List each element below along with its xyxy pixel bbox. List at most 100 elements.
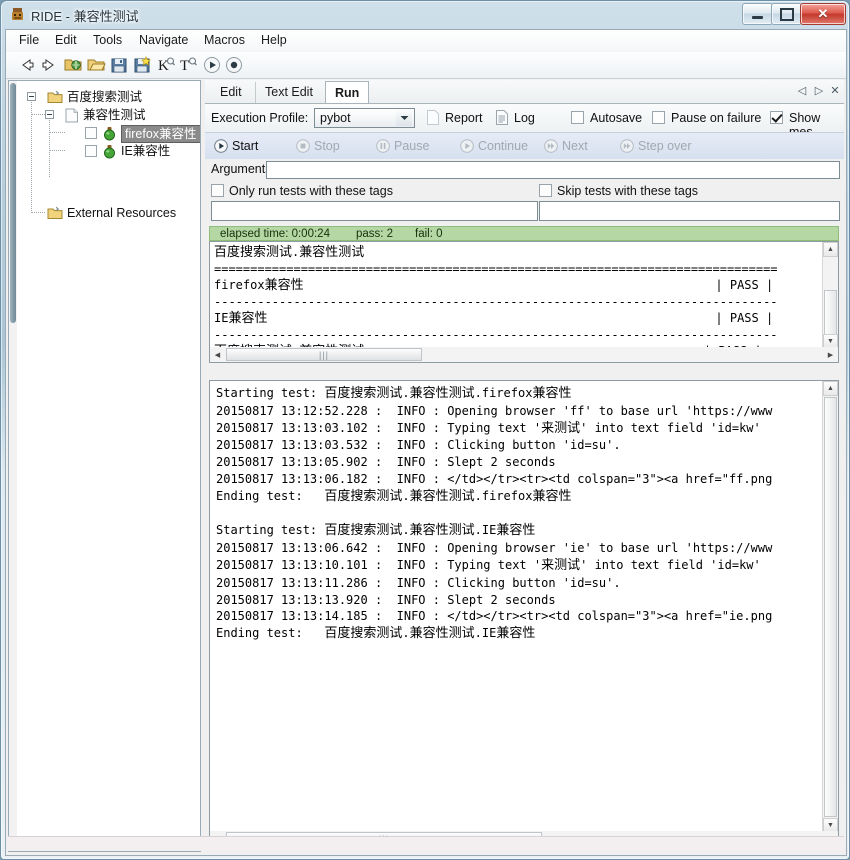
only-run-tags-input[interactable] bbox=[211, 201, 538, 221]
back-icon[interactable] bbox=[17, 55, 37, 75]
menu-tools[interactable]: Tools bbox=[86, 33, 129, 49]
run-status-bar: elapsed time: 0:00:24 pass: 2 fail: 0 bbox=[209, 226, 839, 241]
tree-checkbox-firefox-test[interactable] bbox=[85, 127, 97, 139]
tree-node-project[interactable]: 百度搜索测试 bbox=[9, 88, 199, 106]
console-hscrollbar-thumb[interactable]: ||| bbox=[226, 348, 422, 361]
report-button[interactable]: Report bbox=[445, 111, 483, 125]
step-over-button: Step over bbox=[619, 136, 719, 156]
tree-checkbox-ie-test[interactable] bbox=[85, 145, 97, 157]
tree-vertical-scrollbar[interactable] bbox=[9, 81, 17, 851]
pause-label: Pause bbox=[394, 139, 430, 153]
tree-label-firefox-test: firefox兼容性 bbox=[121, 125, 200, 143]
tree-label-project: 百度搜索测试 bbox=[67, 90, 143, 104]
svg-text:T: T bbox=[180, 58, 189, 74]
open-folder-icon[interactable] bbox=[86, 55, 106, 75]
log-line: 20150817 13:13:05.902 : INFO : Slept 2 s… bbox=[216, 455, 556, 470]
test-suite-tree[interactable]: 百度搜索测试 兼容性测试 firefox兼容性 IE兼容性 External R… bbox=[8, 80, 201, 852]
tree-label-ie-test: IE兼容性 bbox=[121, 144, 171, 158]
robot-icon bbox=[9, 6, 26, 23]
tab-close-button[interactable]: ✕ bbox=[828, 84, 842, 99]
tab-edit[interactable]: Edit bbox=[211, 82, 251, 103]
only-run-tags-label: Only run tests with these tags bbox=[229, 184, 393, 198]
play-icon bbox=[213, 138, 229, 154]
run-controls-row: Start Stop Pause Continue Next Step over bbox=[205, 132, 844, 160]
client-area: File Edit Tools Navigate Macros Help K T… bbox=[5, 29, 847, 856]
console-output-text: 百度搜索测试.兼容性测试 ============================… bbox=[214, 244, 814, 362]
minimize-button[interactable] bbox=[742, 3, 773, 25]
menu-edit[interactable]: Edit bbox=[48, 33, 84, 49]
arguments-row: Arguments: bbox=[205, 159, 844, 181]
log-button[interactable]: Log bbox=[514, 111, 535, 125]
keyword-search-icon[interactable]: K bbox=[156, 55, 176, 75]
arguments-input[interactable] bbox=[266, 161, 840, 179]
step-over-label: Step over bbox=[638, 139, 692, 153]
tree-expander-project[interactable] bbox=[27, 92, 36, 101]
tree-node-suite[interactable]: 兼容性测试 bbox=[9, 106, 199, 124]
log-line: 20150817 13:13:03.102 : INFO : Typing te… bbox=[216, 420, 761, 436]
maximize-button[interactable] bbox=[771, 3, 802, 25]
console-scroll-right-button[interactable]: ▶ bbox=[823, 347, 838, 362]
log-line: Starting test: 百度搜索测试.兼容性测试.IE兼容性 bbox=[216, 523, 536, 539]
test-case-icon bbox=[102, 144, 117, 162]
menu-help[interactable]: Help bbox=[254, 33, 294, 49]
console-output-panel[interactable]: 百度搜索测试.兼容性测试 ============================… bbox=[209, 241, 839, 363]
autosave-checkbox[interactable] bbox=[571, 111, 584, 124]
stop-label: Stop bbox=[314, 139, 340, 153]
start-button[interactable]: Start bbox=[213, 136, 283, 156]
test-search-icon[interactable]: T bbox=[178, 55, 198, 75]
stop-icon bbox=[295, 138, 311, 154]
messagelog-scroll-up-button[interactable]: ▲ bbox=[823, 381, 838, 396]
stop-icon[interactable] bbox=[224, 55, 244, 75]
skip-tags-input[interactable] bbox=[539, 201, 840, 221]
play-icon bbox=[459, 138, 475, 154]
log-line: 20150817 13:13:13.920 : INFO : Slept 2 s… bbox=[216, 592, 556, 607]
log-line: Ending test: 百度搜索测试.兼容性测试.firefox兼容性 bbox=[216, 488, 572, 504]
elapsed-time-label: elapsed time: 0:00:24 bbox=[220, 228, 330, 240]
menu-navigate[interactable]: Navigate bbox=[132, 33, 195, 49]
title-bar: RIDE - 兼容性测试 ✕ bbox=[1, 1, 850, 29]
log-line: 百度搜索测试.兼容性测试 bbox=[214, 245, 365, 260]
execution-profile-label: Execution Profile: bbox=[211, 111, 309, 125]
tab-next-button[interactable]: ▷ bbox=[812, 84, 826, 99]
run-icon[interactable] bbox=[202, 55, 222, 75]
pause-button: Pause bbox=[375, 136, 447, 156]
message-log-text: Starting test: 百度搜索测试.兼容性测试.firefox兼容性 20… bbox=[216, 385, 816, 643]
tree-node-ie-test[interactable]: IE兼容性 bbox=[9, 142, 199, 160]
close-button[interactable]: ✕ bbox=[800, 3, 846, 25]
save-all-icon[interactable] bbox=[132, 55, 152, 75]
message-log-panel[interactable]: Starting test: 百度搜索测试.兼容性测试.firefox兼容性 20… bbox=[209, 380, 839, 847]
save-icon[interactable] bbox=[109, 55, 129, 75]
continue-button: Continue bbox=[459, 136, 549, 156]
execution-profile-select[interactable]: pybot bbox=[314, 108, 415, 128]
skip-tags-checkbox[interactable] bbox=[539, 184, 552, 197]
console-vertical-scrollbar[interactable]: ▲ ▼ bbox=[822, 242, 838, 349]
autosave-label: Autosave bbox=[590, 111, 643, 125]
open-directory-icon[interactable] bbox=[63, 55, 83, 75]
messagelog-vertical-scrollbar[interactable]: ▲ ▼ bbox=[822, 381, 838, 833]
tab-text-edit[interactable]: Text Edit bbox=[255, 82, 322, 103]
menu-macros[interactable]: Macros bbox=[197, 33, 252, 49]
forward-icon[interactable] bbox=[39, 55, 59, 75]
next-label: Next bbox=[562, 139, 588, 153]
tree-node-external-resources[interactable]: External Resources bbox=[9, 204, 199, 222]
console-horizontal-scrollbar[interactable]: ◀ ||| ▶ bbox=[210, 347, 838, 362]
tab-prev-button[interactable]: ◁ bbox=[795, 84, 809, 99]
pause-on-failure-checkbox[interactable] bbox=[652, 111, 665, 124]
next-icon bbox=[543, 138, 559, 154]
console-scroll-up-button[interactable]: ▲ bbox=[823, 242, 838, 257]
tab-run[interactable]: Run bbox=[325, 81, 370, 104]
log-line: Ending test: 百度搜索测试.兼容性测试.IE兼容性 bbox=[216, 626, 536, 642]
show-messages-checkbox[interactable] bbox=[770, 111, 783, 124]
log-line: 20150817 13:13:10.101 : INFO : Typing te… bbox=[216, 557, 761, 573]
menu-file[interactable]: File bbox=[12, 33, 46, 49]
tag-filter-row: Only run tests with these tags Skip test… bbox=[205, 181, 844, 201]
console-scrollbar-thumb[interactable] bbox=[824, 290, 837, 340]
only-run-tags-checkbox[interactable] bbox=[211, 184, 224, 197]
log-line: firefox兼容性 | PASS | bbox=[214, 278, 774, 293]
messagelog-scrollbar-thumb[interactable] bbox=[824, 397, 837, 817]
tree-node-firefox-test[interactable]: firefox兼容性 bbox=[9, 124, 200, 143]
log-line: 20150817 13:13:11.286 : INFO : Clicking … bbox=[216, 575, 621, 590]
console-scroll-left-button[interactable]: ◀ bbox=[210, 347, 225, 362]
tree-expander-suite[interactable] bbox=[45, 110, 54, 119]
